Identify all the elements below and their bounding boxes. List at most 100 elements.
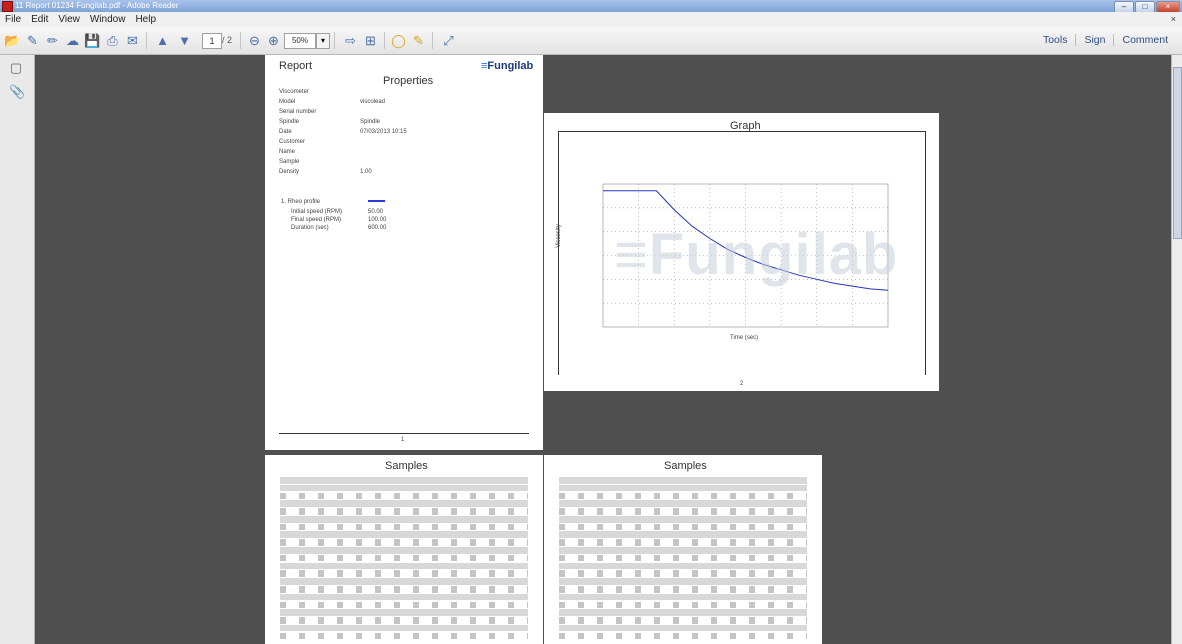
rheo-value: 50.00 <box>368 209 384 215</box>
pdf-page-3: Samples <box>265 455 543 644</box>
table-row <box>559 632 807 640</box>
table-row <box>559 539 807 546</box>
tools-pane-button[interactable]: Tools <box>1035 34 1076 46</box>
series-swatch <box>368 200 385 202</box>
table-row <box>559 554 807 562</box>
property-label: Name <box>279 149 296 155</box>
property-label: Viscometer <box>279 89 309 95</box>
table-row <box>280 547 528 554</box>
table-row <box>559 562 807 570</box>
table-row <box>280 484 528 492</box>
table-row <box>559 523 807 531</box>
comment-pane-button[interactable]: Comment <box>1113 34 1176 46</box>
email-icon[interactable]: ✉ <box>124 32 141 49</box>
table-row <box>559 585 807 593</box>
menu-help[interactable]: Help <box>130 12 161 27</box>
save-icon[interactable]: 💾 <box>84 32 101 49</box>
sign-pane-button[interactable]: Sign <box>1075 34 1113 46</box>
y-axis-label: Viscosity <box>555 224 562 248</box>
property-value: 1.00 <box>360 169 372 175</box>
table-row <box>280 585 528 593</box>
zoom-in-icon[interactable]: ⊕ <box>265 32 282 49</box>
comment-icon[interactable]: ◯ <box>390 32 407 49</box>
property-value: Spindle <box>360 119 381 125</box>
table-row <box>559 593 807 601</box>
samples-heading: Samples <box>664 460 707 472</box>
edit-icon[interactable]: ✏ <box>44 32 61 49</box>
acrobat-app-icon <box>2 1 13 12</box>
highlight-icon[interactable]: ✎ <box>410 32 427 49</box>
pdf-page-4: Samples <box>544 455 822 644</box>
vertical-scrollbar[interactable] <box>1171 55 1182 644</box>
table-row <box>280 570 528 577</box>
table-row <box>559 500 807 507</box>
property-value: 07/03/2013 10:15 <box>360 129 407 135</box>
table-row <box>280 624 528 632</box>
menu-edit[interactable]: Edit <box>26 12 53 27</box>
share-icon[interactable]: ☁ <box>64 32 81 49</box>
create-pdf-icon[interactable]: ✎ <box>24 32 41 49</box>
print-icon[interactable]: ⎙ <box>104 32 121 49</box>
table-row <box>280 523 528 531</box>
menu-bar: File Edit View Window Help × <box>0 12 1182 27</box>
table-row <box>280 554 528 562</box>
previous-page-icon[interactable]: ▲ <box>154 32 171 49</box>
full-screen-icon[interactable]: ⤢ <box>440 32 457 49</box>
rheo-label: Final speed (RPM) <box>291 217 342 223</box>
pdf-page-2: Graph ≡Fungilab Viscosity Time (sec) 2 <box>544 113 939 391</box>
table-row <box>280 515 528 523</box>
toolbar-separator <box>334 32 335 49</box>
table-row <box>559 492 807 500</box>
table-row <box>559 531 807 539</box>
table-row <box>559 617 807 624</box>
property-label: Sample <box>279 159 300 165</box>
property-label: Model <box>279 99 296 105</box>
page-number-input[interactable]: 1 <box>202 33 222 49</box>
table-row <box>559 508 807 515</box>
property-label: Spindle <box>279 119 300 125</box>
table-row <box>280 562 528 570</box>
table-row <box>280 601 528 609</box>
samples-table <box>280 477 528 640</box>
title-bar: 11 Report 01234 Fungilab.pdf - Adobe Rea… <box>0 0 1182 13</box>
open-file-icon[interactable]: 📂 <box>4 32 21 49</box>
menu-window[interactable]: Window <box>85 12 131 27</box>
close-document-icon[interactable]: × <box>1171 12 1176 27</box>
task-panes: Tools Sign Comment <box>1035 34 1176 46</box>
menu-view[interactable]: View <box>53 12 85 27</box>
samples-table <box>559 477 807 640</box>
table-row <box>559 601 807 609</box>
menu-file[interactable]: File <box>0 12 26 27</box>
property-label: Date <box>279 129 292 135</box>
two-page-icon[interactable]: ⊞ <box>362 32 379 49</box>
table-row <box>559 547 807 554</box>
table-row <box>559 570 807 577</box>
table-row <box>559 515 807 523</box>
fit-page-icon[interactable]: ⇨ <box>342 32 359 49</box>
zoom-out-icon[interactable]: ⊖ <box>246 32 263 49</box>
brand-watermark: ≡Fungilab <box>614 222 899 287</box>
zoom-dropdown-icon[interactable]: ▾ <box>316 33 330 49</box>
table-row <box>559 609 807 616</box>
toolbar-separator <box>240 32 241 49</box>
attachment-icon[interactable]: 📎 <box>9 85 25 99</box>
table-row <box>280 500 528 507</box>
rheo-value: 100.00 <box>368 217 387 223</box>
toolbar-separator <box>432 32 433 49</box>
report-label: Report <box>279 60 313 72</box>
toolbar-separator <box>146 32 147 49</box>
table-row <box>280 539 528 546</box>
table-row <box>280 508 528 515</box>
rheo-label: Duration (sec) <box>291 225 329 231</box>
next-page-icon[interactable]: ▼ <box>176 32 193 49</box>
samples-heading: Samples <box>385 460 428 472</box>
page-number: 2 <box>740 381 744 387</box>
navigation-pane: ▢ 📎 <box>0 55 35 644</box>
zoom-level-input[interactable]: 50% <box>284 33 316 49</box>
scrollbar-thumb[interactable] <box>1173 67 1182 239</box>
table-row <box>559 484 807 492</box>
brand-logo: ≡Fungilab <box>481 60 534 72</box>
property-value: viscolead <box>360 99 386 105</box>
table-row <box>280 477 528 484</box>
pages-icon[interactable]: ▢ <box>9 61 23 75</box>
